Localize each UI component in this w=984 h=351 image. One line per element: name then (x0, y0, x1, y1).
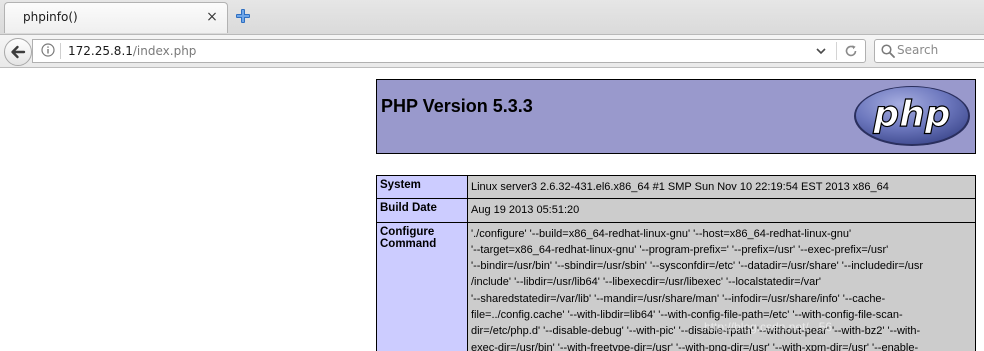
phpinfo-table: System Linux server3 2.6.32-431.el6.x86_… (376, 174, 976, 351)
watermark-text: http://blog.csdn.net/...56 (704, 320, 833, 334)
reload-icon[interactable] (842, 42, 860, 60)
url-path: /index.php (132, 44, 197, 58)
label-line: Command (380, 237, 437, 250)
php-version-header: PHP Version 5.3.3 php (376, 79, 976, 154)
table-row: Configure Command './configure' '--build… (376, 221, 976, 351)
back-button[interactable] (4, 38, 32, 66)
search-bar[interactable] (874, 39, 984, 63)
url-separator (60, 43, 61, 59)
table-row: System Linux server3 2.6.32-431.el6.x86_… (376, 174, 976, 200)
browser-window: phpinfo() × 172.25.8.1/index.php Search … (0, 0, 984, 351)
configure-line: exec-dir=/usr/bin' '--with-freetype-dir=… (471, 341, 919, 351)
label-line: Configure (380, 225, 435, 238)
row-value-build-date: Aug 19 2013 05:51:20 (467, 198, 976, 223)
reload-separator (836, 42, 837, 60)
configure-line: '--bindir=/usr/bin' '--sbindir=/usr/sbin… (471, 260, 924, 273)
configure-line: './configure' '--build=x86_64-redhat-lin… (471, 227, 852, 240)
plus-icon (236, 9, 250, 23)
info-icon[interactable] (41, 43, 55, 57)
configure-line: '--target=x86_64-redhat-linux-gnu' '--pr… (471, 243, 889, 256)
row-label-configure-command: Configure Command (376, 221, 468, 351)
row-label-build-date: Build Date (376, 198, 468, 223)
url-host: 172.25.8.1 (68, 44, 133, 58)
tab-title: phpinfo() (23, 10, 78, 24)
url-text[interactable]: 172.25.8.1/index.php (68, 44, 196, 58)
php-logo-text: php (872, 94, 950, 135)
navigation-bar: 172.25.8.1/index.php (0, 35, 984, 68)
new-tab-button[interactable] (233, 6, 253, 26)
php-logo: php (854, 86, 970, 146)
row-label-system: System (376, 174, 468, 200)
tab-strip: phpinfo() × (0, 0, 984, 35)
chevron-down-icon[interactable] (813, 43, 829, 59)
configure-line: /include' '--libdir=/usr/lib64' '--libex… (471, 276, 822, 289)
tab-phpinfo[interactable]: phpinfo() × (4, 2, 228, 33)
url-bar[interactable]: 172.25.8.1/index.php (32, 39, 866, 63)
search-icon (881, 44, 895, 58)
page-content: PHP Version 5.3.3 php System Linux serve… (0, 68, 984, 351)
arrow-left-icon (11, 45, 26, 59)
configure-line: '--sharedstatedir=/var/lib' '--mandir=/u… (471, 292, 886, 305)
php-version-title: PHP Version 5.3.3 (381, 96, 533, 116)
table-row: Build Date Aug 19 2013 05:51:20 (376, 198, 976, 223)
search-input[interactable] (897, 42, 984, 58)
row-value-system: Linux server3 2.6.32-431.el6.x86_64 #1 S… (467, 174, 976, 200)
close-tab-icon[interactable]: × (203, 8, 221, 26)
